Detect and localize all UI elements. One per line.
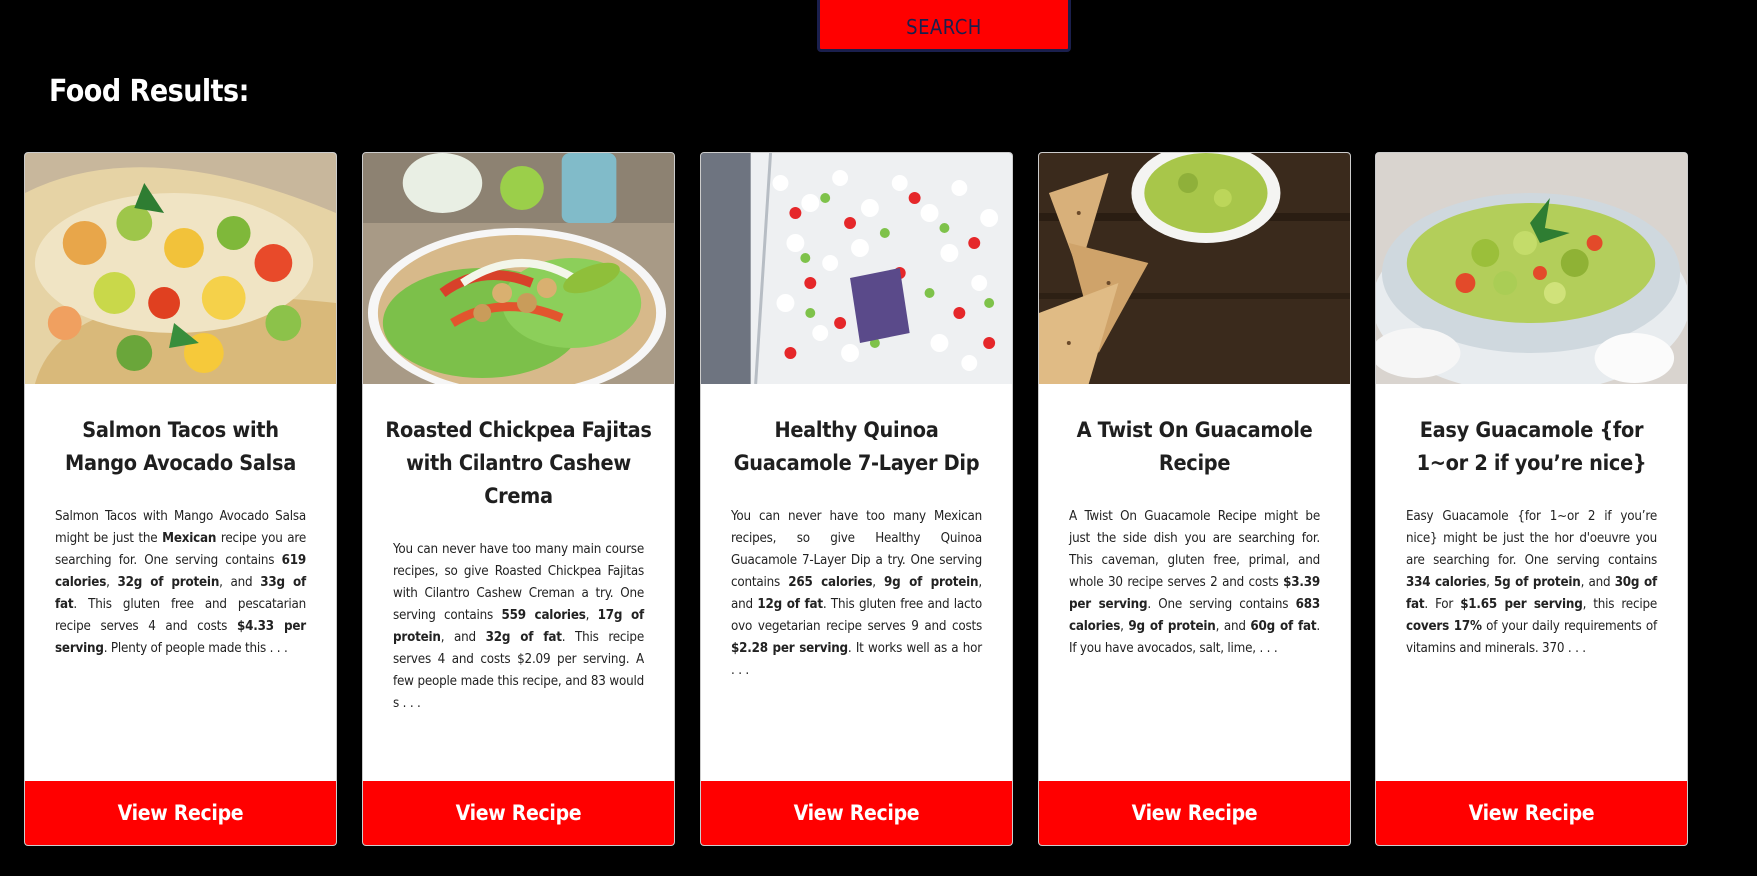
description-highlight: 9g of protein (1128, 619, 1216, 634)
view-recipe-button[interactable]: View Recipe (1039, 781, 1350, 845)
recipe-title: A Twist On Guacamole Recipe (1076, 418, 1313, 476)
recipe-description: Easy Guacamole {for 1~or 2 if you’re nic… (1406, 506, 1657, 660)
recipe-image[interactable] (25, 153, 336, 384)
recipe-description: You can never have too many main course … (393, 539, 644, 715)
recipe-description: You can never have too many Mexican reci… (731, 506, 982, 682)
description-highlight: 265 calories (788, 575, 873, 590)
quinoa-dip-image (701, 153, 1012, 384)
chickpea-fajitas-image (363, 153, 674, 384)
description-highlight: $2.28 per serving (731, 641, 848, 656)
recipe-image[interactable] (701, 153, 1012, 384)
description-highlight: 9g of protein (884, 575, 979, 590)
salmon-tacos-image (25, 153, 336, 384)
description-text: , and (219, 575, 261, 590)
recipe-description: Salmon Tacos with Mango Avocado Salsa mi… (55, 506, 306, 660)
recipe-image[interactable] (1376, 153, 1687, 384)
description-highlight: covers 17% (1406, 619, 1482, 634)
description-text: . For (1424, 597, 1461, 612)
description-text: , and (440, 630, 486, 645)
view-recipe-button[interactable]: View Recipe (363, 781, 674, 845)
recipe-card: Easy Guacamole {for 1~or 2 if you’re nic… (1375, 152, 1688, 846)
recipe-image[interactable] (363, 153, 674, 384)
description-highlight: 334 calories (1406, 575, 1487, 590)
description-text: Easy Guacamole {for 1~or 2 if you’re nic… (1406, 509, 1657, 568)
description-highlight: 5g of protein (1494, 575, 1581, 590)
description-text: , this recipe (1582, 597, 1658, 612)
description-text: , and (1215, 619, 1251, 634)
recipe-card: Salmon Tacos with Mango Avocado Salsa Sa… (24, 152, 337, 846)
recipe-description: A Twist On Guacamole Recipe might be jus… (1069, 506, 1320, 660)
description-text: , (1486, 575, 1495, 590)
view-recipe-button[interactable]: View Recipe (1376, 781, 1687, 845)
description-highlight: 32g of fat (485, 630, 562, 645)
description-text: , (106, 575, 118, 590)
description-highlight: 60g of fat (1250, 619, 1317, 634)
description-text: , and (1580, 575, 1615, 590)
description-highlight: 12g of fat (757, 597, 823, 612)
recipe-card: Healthy Quinoa Guacamole 7-Layer Dip You… (700, 152, 1013, 846)
recipe-title: Easy Guacamole {for 1~or 2 if you’re nic… (1416, 418, 1647, 476)
description-text: , (872, 575, 885, 590)
recipe-title: Roasted Chickpea Fajitas with Cilantro C… (385, 418, 652, 509)
recipe-title: Salmon Tacos with Mango Avocado Salsa (65, 418, 296, 476)
guacamole-bowl-image (1376, 153, 1687, 384)
guacamole-chips-image (1039, 153, 1350, 384)
description-highlight: $1.65 per serving (1460, 597, 1583, 612)
recipe-title: Healthy Quinoa Guacamole 7-Layer Dip (733, 418, 980, 476)
recipe-image[interactable] (1039, 153, 1350, 384)
page: SEARCH Food Results: Salmon Tacos with M… (0, 0, 1757, 876)
recipe-card: Roasted Chickpea Fajitas with Cilantro C… (362, 152, 675, 846)
view-recipe-button[interactable]: View Recipe (701, 781, 1012, 845)
recipe-card: A Twist On Guacamole Recipe A Twist On G… (1038, 152, 1351, 846)
description-text: , (585, 608, 598, 623)
description-text: . Plenty of people made this . . . (103, 641, 288, 656)
description-highlight: Mexican (162, 531, 217, 546)
description-highlight: 32g of protein (117, 575, 220, 590)
results-heading: Food Results: (49, 74, 249, 109)
description-highlight: 559 calories (501, 608, 586, 623)
view-recipe-button[interactable]: View Recipe (25, 781, 336, 845)
search-button[interactable]: SEARCH (817, 0, 1071, 52)
description-text: . One serving contains (1147, 597, 1296, 612)
